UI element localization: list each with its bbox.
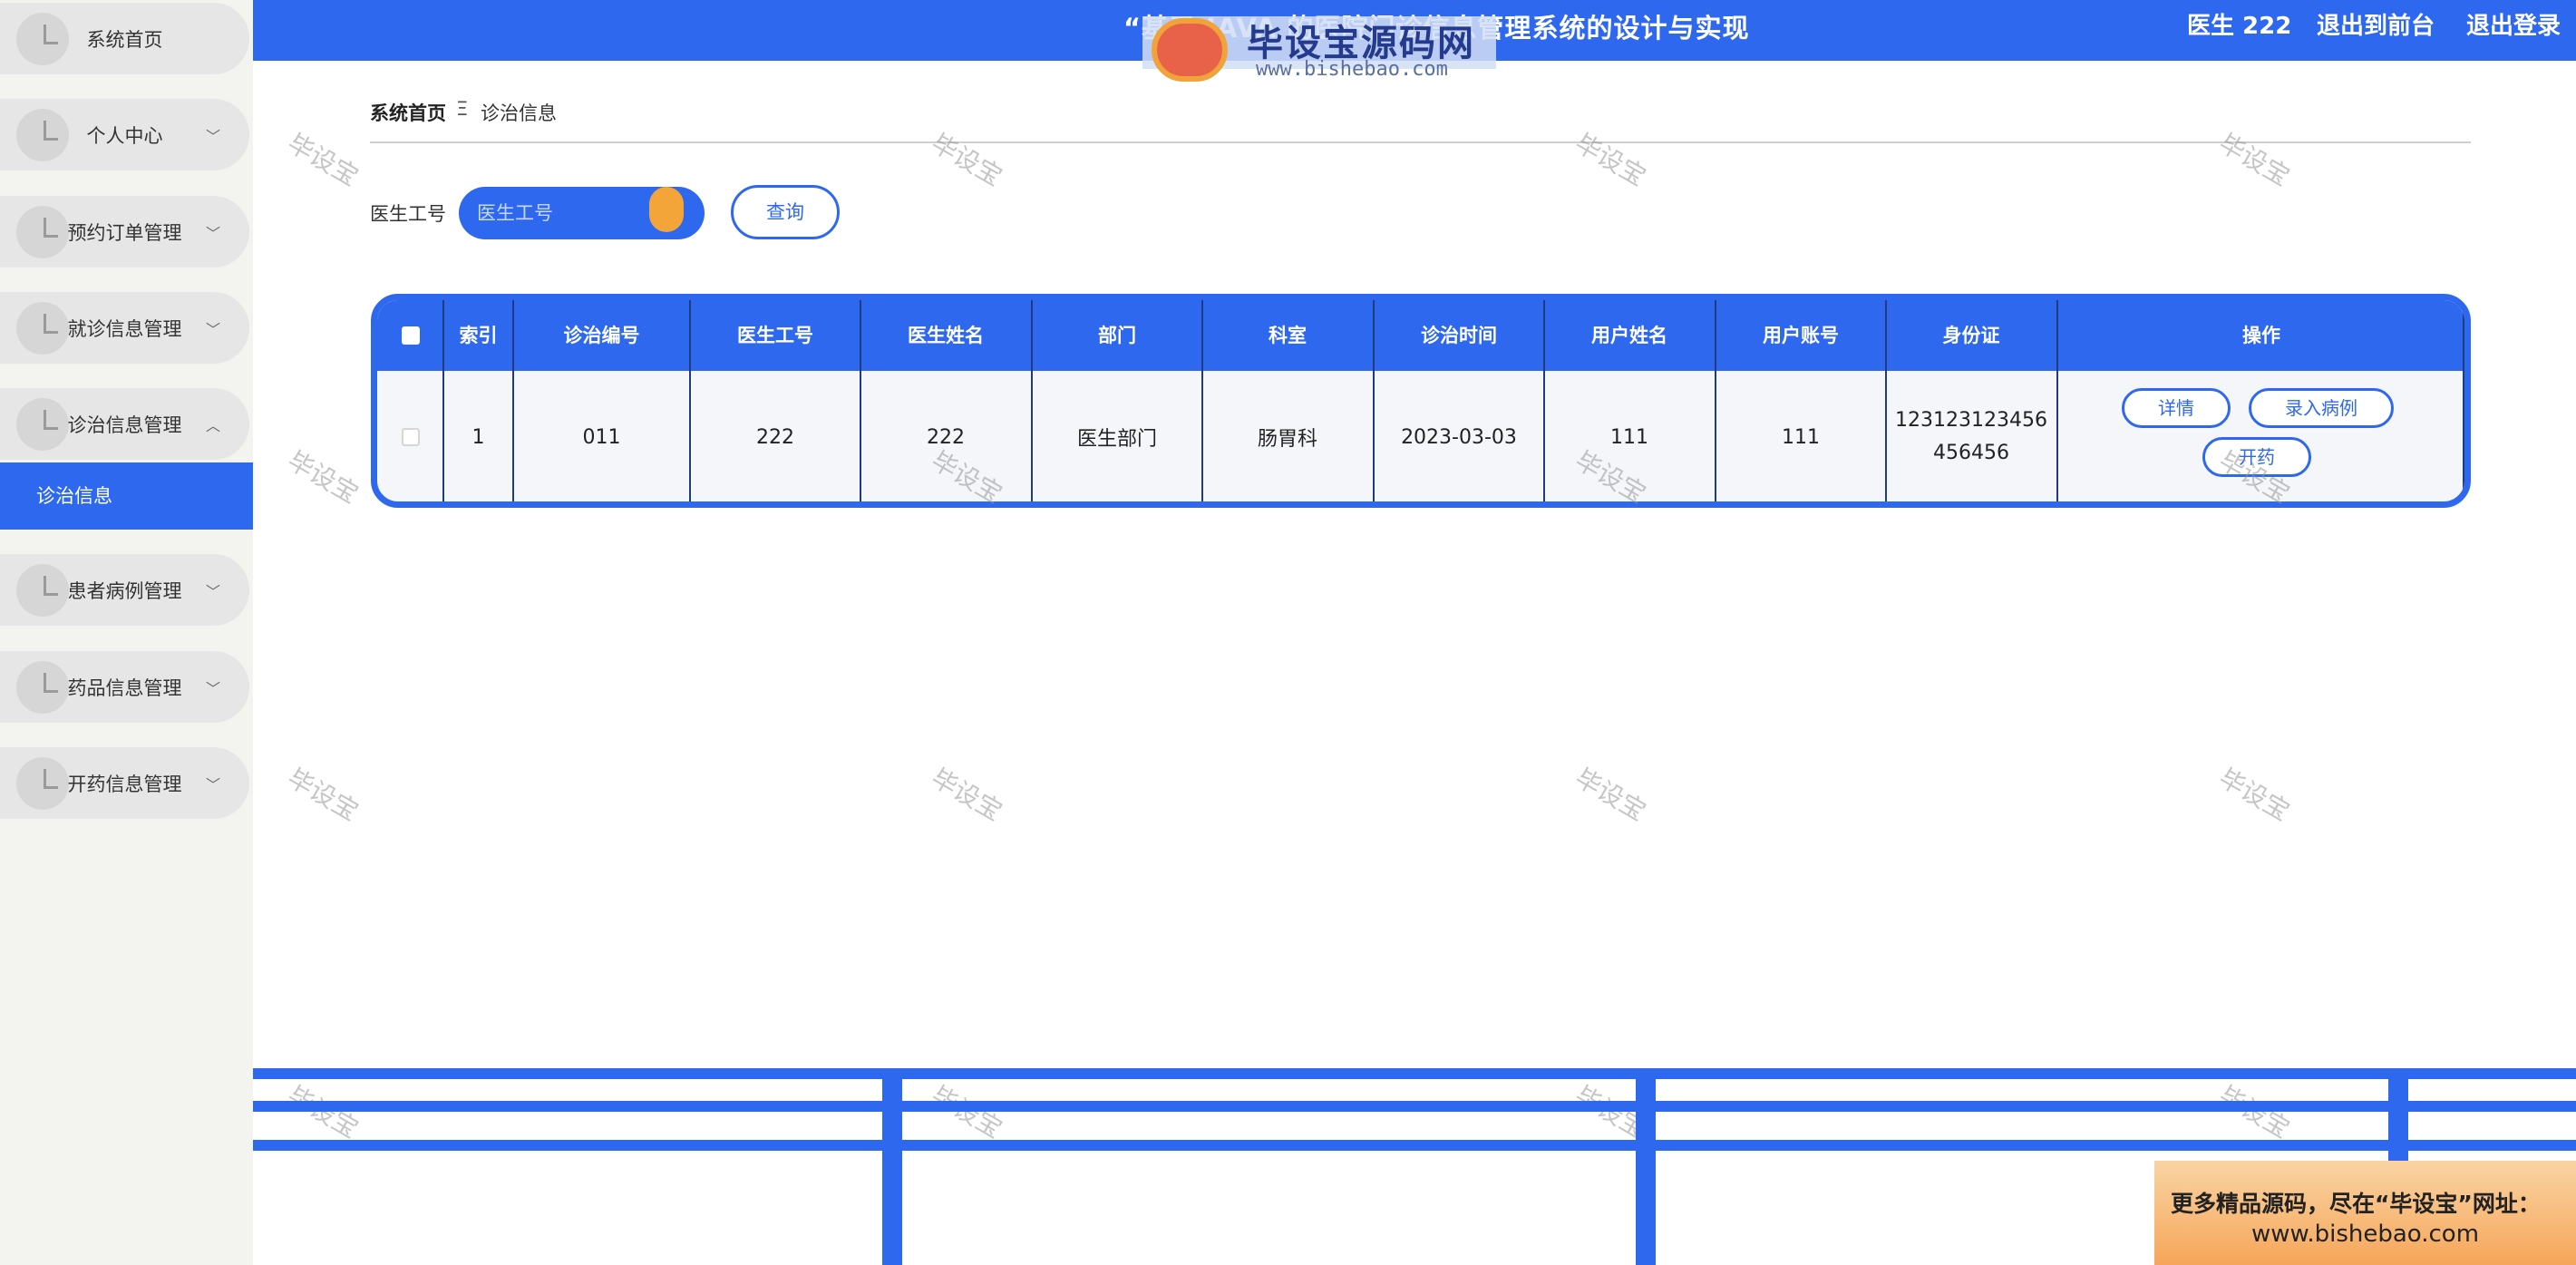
watermark-url: www.bishebao.com [1256,58,1448,81]
cell-department: 医生部门 [1076,428,1157,451]
column-header: 用户账号 [1763,325,1839,346]
footer-pillar [2388,1070,2408,1161]
cell-id-card: 123123123456 456456 [1887,371,2056,501]
watermark-logo-icon [1152,18,1228,82]
column-header: 索引 [459,325,498,346]
query-button[interactable]: 查询 [731,185,840,239]
id-card-line: 456456 [1933,442,2009,464]
column-header: 身份证 [1942,325,2000,346]
logout-link[interactable]: 退出登录 [2466,7,2561,41]
chevron-down-icon: ﹀ [205,224,220,242]
search-knob-icon [649,187,684,232]
column-header: 部门 [1098,325,1136,346]
cell-doctor-no: 222 [756,425,794,449]
watermark-text: 毕设宝 [282,128,364,192]
chevron-down-icon: ﹀ [205,127,220,145]
back-to-front-link[interactable]: 退出到前台 [2317,7,2435,41]
row-checkbox[interactable] [402,428,420,446]
breadcrumb-current: 诊治信息 [481,102,557,124]
record-case-button[interactable]: 录入病例 [2249,388,2394,428]
watermark-text: 毕设宝 [2213,763,2295,827]
column-header: 诊治时间 [1421,325,1497,346]
watermark-text: 毕设宝 [282,445,364,510]
sidebar-item-drugs[interactable]: 药品信息管理 ﹀ [0,651,249,723]
id-card-line: 123123123456 [1895,409,2047,432]
select-all-checkbox[interactable] [402,326,420,345]
cell-time: 2023-03-03 [1401,425,1517,449]
watermark-text: 毕设宝 [1570,763,1651,827]
breadcrumb-separator-icon: Ξ [456,98,469,120]
watermark-text: 毕设宝 [1570,128,1651,192]
sidebar-item-personal-center[interactable]: 个人中心 ﹀ [0,99,249,170]
watermark-text: 毕设宝 [926,128,1007,192]
chevron-down-icon: ﹀ [205,775,220,793]
watermark-text: 毕设宝 [2213,128,2295,192]
chevron-up-icon: ︿ [205,416,220,434]
promo-banner[interactable]: 更多精品源码，尽在“毕设宝”网址： www.bishebao.com [2154,1161,2576,1265]
promo-url: www.bishebao.com [2250,1221,2480,1248]
column-divider [2056,300,2058,501]
column-header: 用户姓名 [1591,325,1667,346]
footer-pillar [1636,1070,1656,1265]
divider [370,141,2471,143]
diagnosis-table: 索引 诊治编号 医生工号 医生姓名 部门 科室 诊治时间 用户姓名 用户账号 身… [371,294,2471,508]
sidebar-item-visits[interactable]: 就诊信息管理 ﹀ [0,292,249,364]
sidebar: 系统首页 个人中心 ﹀ 预约订单管理 ﹀ 就诊信息管理 ﹀ 诊治信息管理 ︿ 诊… [0,0,253,1265]
column-header: 医生姓名 [908,325,984,346]
chevron-down-icon: ﹀ [205,582,220,600]
footer-pillar [882,1070,902,1265]
cell-index: 1 [471,425,485,449]
sidebar-item-prescriptions[interactable]: 开药信息管理 ﹀ [0,747,249,819]
footer-stripe [253,1068,2576,1079]
cell-office: 肠胃科 [1257,428,1317,451]
column-header: 诊治编号 [563,325,640,346]
sidebar-item-label: 系统首页 [86,28,163,51]
search-label: 医生工号 [370,203,446,225]
sidebar-subitem-diagnosis-info[interactable]: 诊治信息 [0,462,253,530]
sidebar-item-home[interactable]: 系统首页 [0,3,249,74]
column-header: 操作 [2242,325,2280,346]
sidebar-item-diagnosis[interactable]: 诊治信息管理 ︿ [0,388,249,460]
footer-stripe [253,1101,2576,1112]
watermark-text: 毕设宝 [282,763,364,827]
promo-text: 更多精品源码，尽在“毕设宝”网址： [2171,1191,2541,1217]
column-header: 医生工号 [737,325,813,346]
cell-code: 011 [582,425,621,449]
chevron-down-icon: ﹀ [205,320,220,338]
watermark-text: 毕设宝 [926,763,1007,827]
detail-button[interactable]: 详情 [2122,388,2231,428]
footer-stripe [253,1140,2576,1151]
breadcrumb-home[interactable]: 系统首页 [370,99,446,126]
sidebar-item-appointments[interactable]: 预约订单管理 ﹀ [0,196,249,268]
column-header: 科室 [1269,325,1307,346]
user-label[interactable]: 医生 222 [2187,7,2291,41]
chevron-down-icon: ﹀ [205,679,220,697]
column-divider [2463,300,2464,501]
cell-user-account: 111 [1782,425,1820,449]
sidebar-item-cases[interactable]: 患者病例管理 ﹀ [0,554,249,626]
